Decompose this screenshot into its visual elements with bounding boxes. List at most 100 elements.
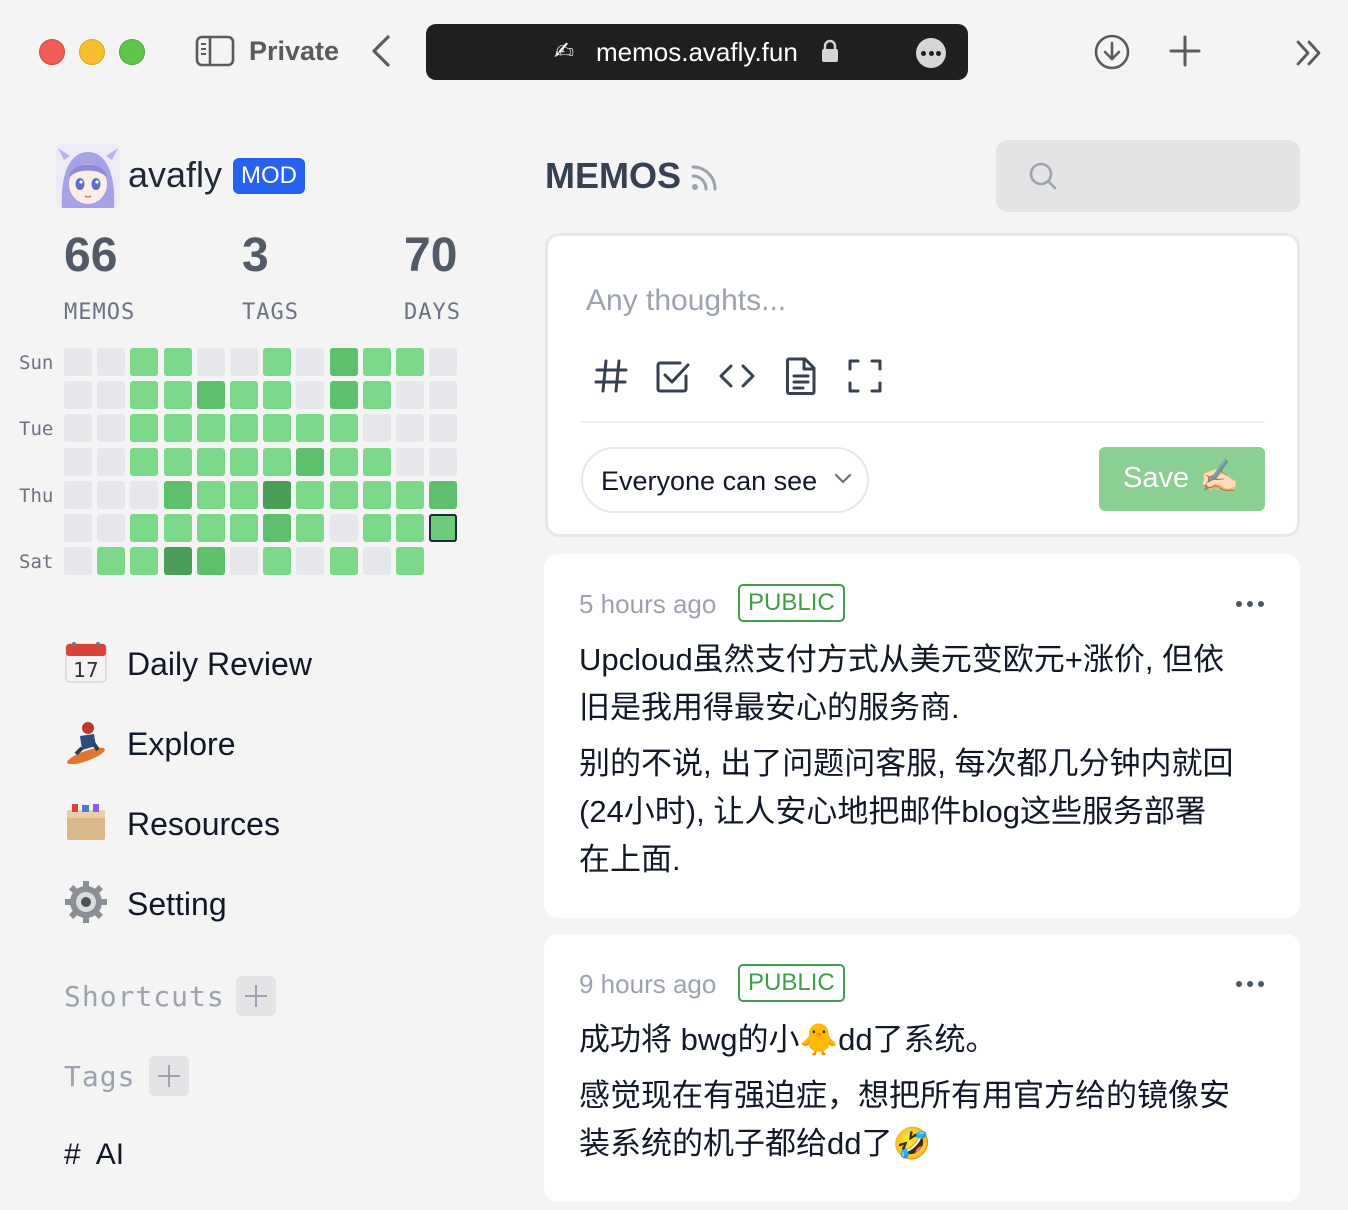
heatmap-cell[interactable] [429, 381, 457, 409]
heatmap-cell[interactable] [64, 381, 92, 409]
heatmap-cell[interactable] [97, 348, 125, 376]
add-shortcut-button[interactable] [236, 976, 276, 1016]
memo-input[interactable]: Any thoughts... [586, 284, 786, 318]
heatmap-cell[interactable] [130, 481, 158, 509]
heatmap-cell[interactable] [230, 381, 258, 409]
user-avatar[interactable] [56, 144, 120, 208]
heatmap-cell[interactable] [363, 414, 391, 442]
heatmap-cell[interactable] [230, 481, 258, 509]
heatmap-cell[interactable] [230, 348, 258, 376]
heatmap-cell[interactable] [197, 414, 225, 442]
heatmap-cell[interactable] [396, 481, 424, 509]
heatmap-cell[interactable] [197, 348, 225, 376]
memo-timestamp[interactable]: 5 hours ago [579, 589, 716, 620]
heatmap-cell[interactable] [396, 514, 424, 542]
heatmap-cell[interactable] [363, 381, 391, 409]
heatmap-cell[interactable] [296, 348, 324, 376]
heatmap-cell[interactable] [429, 348, 457, 376]
heatmap-cell[interactable] [296, 481, 324, 509]
sidebar-toggle-icon[interactable] [195, 35, 235, 67]
heatmap-cell[interactable] [164, 547, 192, 575]
heatmap-cell[interactable] [197, 381, 225, 409]
heatmap-cell[interactable] [396, 348, 424, 376]
heatmap-cell[interactable] [330, 481, 358, 509]
heatmap-cell[interactable] [130, 348, 158, 376]
heatmap-cell[interactable] [296, 547, 324, 575]
heatmap-cell[interactable] [164, 514, 192, 542]
zoom-window-button[interactable] [119, 39, 145, 65]
heatmap-cell[interactable] [429, 414, 457, 442]
heatmap-cell[interactable] [64, 514, 92, 542]
heatmap-cell[interactable] [429, 514, 457, 542]
heatmap-cell[interactable] [363, 547, 391, 575]
heatmap-cell[interactable] [363, 348, 391, 376]
heatmap-cell[interactable] [363, 481, 391, 509]
visibility-select[interactable]: Everyone can see [581, 447, 869, 513]
heatmap-cell[interactable] [197, 514, 225, 542]
heatmap-cell[interactable] [330, 348, 358, 376]
heatmap-cell[interactable] [263, 448, 291, 476]
heatmap-cell[interactable] [64, 547, 92, 575]
heatmap-cell[interactable] [263, 547, 291, 575]
heatmap-cell[interactable] [64, 448, 92, 476]
heatmap-cell[interactable] [263, 381, 291, 409]
add-tag-button[interactable] [149, 1056, 189, 1096]
heatmap-cell[interactable] [330, 547, 358, 575]
heatmap-cell[interactable] [396, 381, 424, 409]
heatmap-cell[interactable] [97, 414, 125, 442]
heatmap-cell[interactable] [164, 448, 192, 476]
url-text[interactable]: memos.avafly.fun [596, 37, 798, 68]
heatmap-cell[interactable] [330, 381, 358, 409]
save-button[interactable]: Save ✍🏻 [1099, 447, 1265, 511]
heatmap-cell[interactable] [230, 514, 258, 542]
download-icon[interactable] [1094, 34, 1130, 70]
close-window-button[interactable] [39, 39, 65, 65]
heatmap-cell[interactable] [230, 414, 258, 442]
heatmap-cell[interactable] [130, 547, 158, 575]
heatmap-cell[interactable] [263, 514, 291, 542]
heatmap-cell[interactable] [130, 414, 158, 442]
heatmap-cell[interactable] [296, 381, 324, 409]
nav-setting[interactable]: Setting [64, 880, 484, 930]
heatmap-cell[interactable] [164, 348, 192, 376]
checkbox-icon[interactable] [653, 356, 693, 396]
heatmap-cell[interactable] [97, 547, 125, 575]
heatmap-cell[interactable] [330, 514, 358, 542]
rss-icon[interactable] [690, 164, 718, 192]
minimize-window-button[interactable] [79, 39, 105, 65]
page-menu-button[interactable] [916, 38, 946, 68]
heatmap-cell[interactable] [97, 381, 125, 409]
address-bar[interactable]: ✍ memos.avafly.fun [426, 24, 968, 80]
hashtag-icon[interactable] [591, 356, 631, 396]
heatmap-cell[interactable] [296, 514, 324, 542]
heatmap-cell[interactable] [97, 448, 125, 476]
heatmap-cell[interactable] [197, 448, 225, 476]
heatmap-cell[interactable] [396, 448, 424, 476]
heatmap-cell[interactable] [396, 547, 424, 575]
code-icon[interactable] [717, 356, 757, 396]
heatmap-cell[interactable] [164, 414, 192, 442]
document-icon[interactable] [781, 356, 821, 396]
heatmap-cell[interactable] [197, 547, 225, 575]
heatmap-cell[interactable] [230, 448, 258, 476]
heatmap-cell[interactable] [330, 448, 358, 476]
nav-resources[interactable]: Resources [64, 800, 484, 850]
heatmap-cell[interactable] [64, 348, 92, 376]
nav-daily-review[interactable]: 17 Daily Review [64, 640, 484, 690]
new-tab-icon[interactable] [1168, 34, 1202, 68]
heatmap-cell[interactable] [429, 481, 457, 509]
heatmap-cell[interactable] [263, 348, 291, 376]
heatmap-cell[interactable] [64, 481, 92, 509]
heatmap-cell[interactable] [296, 414, 324, 442]
heatmap-cell[interactable] [130, 514, 158, 542]
back-arrow-icon[interactable] [368, 34, 394, 68]
heatmap-cell[interactable] [97, 481, 125, 509]
heatmap-cell[interactable] [363, 514, 391, 542]
heatmap-cell[interactable] [263, 414, 291, 442]
heatmap-cell[interactable] [130, 381, 158, 409]
heatmap-cell[interactable] [197, 481, 225, 509]
private-profile-label[interactable]: Private [249, 36, 339, 67]
heatmap-cell[interactable] [330, 414, 358, 442]
heatmap-cell[interactable] [296, 448, 324, 476]
heatmap-cell[interactable] [263, 481, 291, 509]
